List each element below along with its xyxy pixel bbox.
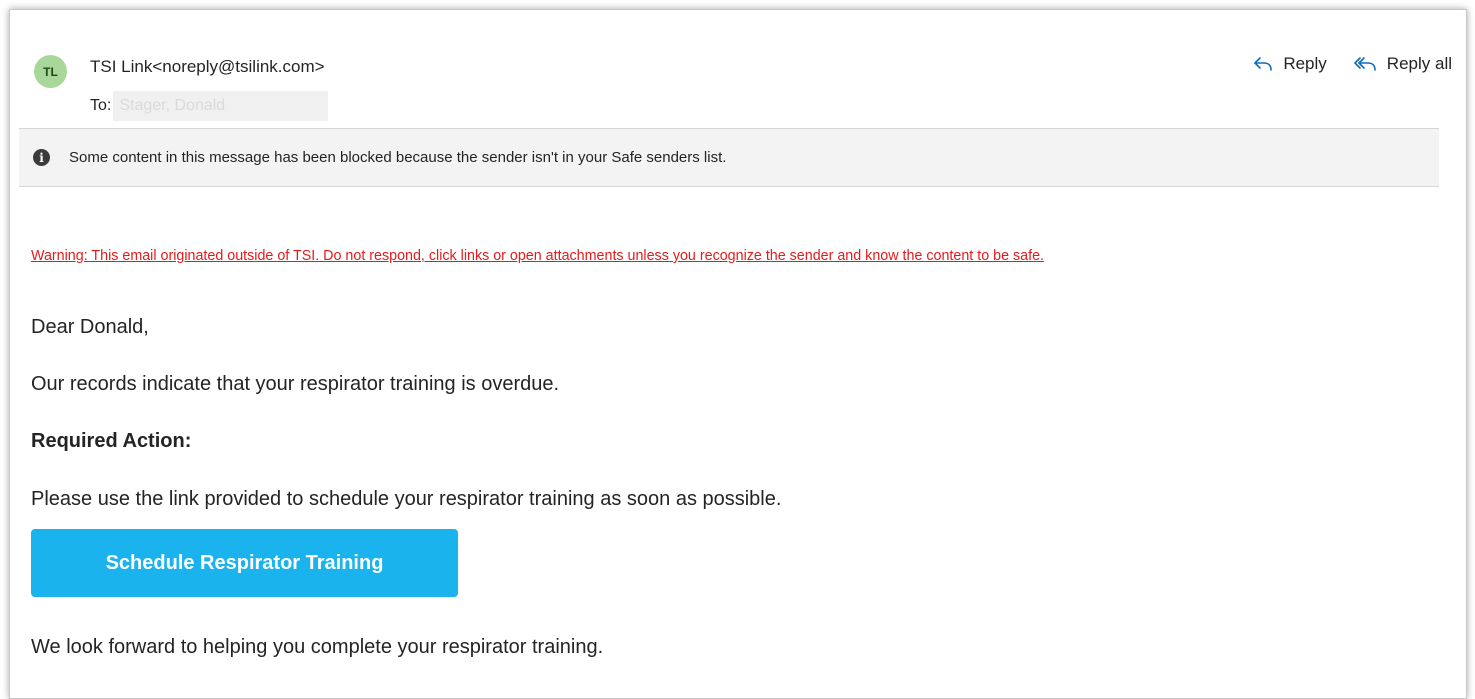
schedule-training-button[interactable]: Schedule Respirator Training — [31, 529, 458, 597]
reply-label: Reply — [1283, 54, 1327, 73]
blocked-content-bar: i Some content in this message has been … — [19, 128, 1439, 187]
sender-avatar: TL — [34, 55, 67, 88]
info-icon: i — [33, 149, 50, 166]
closing-paragraph: We look forward to helping you complete … — [31, 636, 604, 658]
to-row: To: Stager, Donald — [90, 91, 329, 121]
blocked-content-text: Some content in this message has been bl… — [69, 149, 727, 166]
message-actions: Reply Reply all — [1253, 54, 1452, 74]
reply-all-icon — [1353, 57, 1376, 71]
reply-all-button[interactable]: Reply all — [1353, 54, 1452, 74]
reply-button[interactable]: Reply — [1253, 54, 1327, 74]
greeting: Dear Donald, — [31, 316, 149, 338]
required-action-heading: Required Action: — [31, 430, 192, 452]
email-reading-pane: TL TSI Link<noreply@tsilink.com> To: Sta… — [9, 9, 1467, 699]
sender-address[interactable]: TSI Link<noreply@tsilink.com> — [90, 57, 325, 77]
body-paragraph-overdue: Our records indicate that your respirato… — [31, 373, 560, 395]
reply-icon — [1254, 57, 1273, 71]
recipient-name[interactable]: Stager, Donald — [113, 91, 329, 121]
to-label: To: — [90, 97, 112, 114]
external-sender-warning: Warning: This email originated outside o… — [31, 248, 1045, 264]
reply-all-label: Reply all — [1386, 54, 1452, 73]
body-paragraph-instructions: Please use the link provided to schedule… — [31, 488, 782, 510]
